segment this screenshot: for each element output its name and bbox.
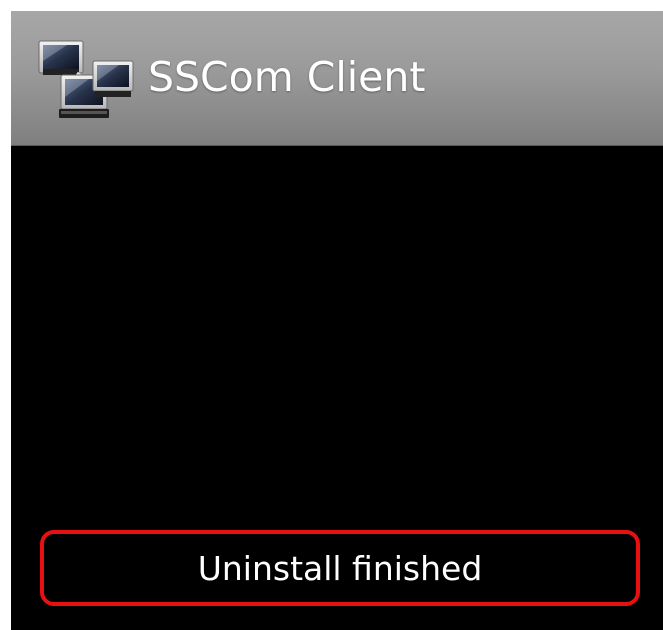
toast-notification: Uninstall finished [40,530,640,606]
title-bar: SSCom Client [11,11,663,146]
app-title: SSCom Client [148,53,426,101]
network-computers-icon [37,39,135,121]
toast-message: Uninstall finished [197,548,483,588]
